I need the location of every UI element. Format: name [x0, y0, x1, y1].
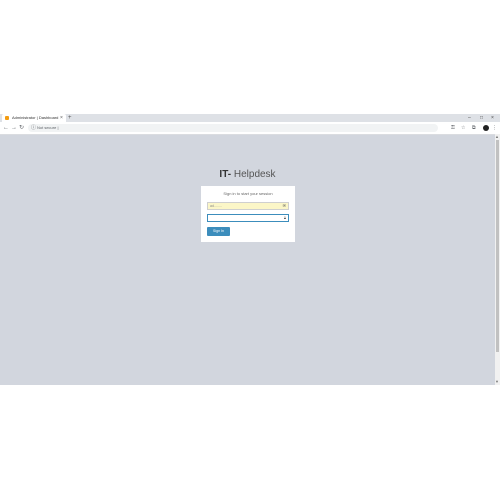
- key-icon[interactable]: ⚿: [451, 123, 455, 133]
- email-field[interactable]: ad........ ✉: [207, 202, 289, 210]
- scrollbar-thumb[interactable]: [496, 140, 499, 352]
- envelope-icon: ✉: [282, 203, 286, 208]
- login-message: Sign in to start your session: [223, 191, 273, 196]
- login-box: Sign in to start your session ad........…: [201, 186, 295, 242]
- logo-bold: IT-: [219, 169, 232, 180]
- extension-icon[interactable]: ⧉: [472, 123, 476, 133]
- favicon-icon: [5, 116, 9, 120]
- scroll-up-icon[interactable]: ▲: [495, 134, 499, 139]
- new-tab-button[interactable]: +: [68, 114, 72, 122]
- security-label: Not secure |: [37, 124, 59, 132]
- tab-dashboard[interactable]: Administrator | Dashboard ×: [2, 114, 66, 122]
- email-value: ad........: [210, 204, 222, 208]
- minimize-button[interactable]: –: [468, 114, 471, 122]
- logo-rest: Helpdesk: [231, 169, 276, 180]
- page-scrollbar[interactable]: ▲ ▼: [495, 134, 500, 385]
- tab-bar: Administrator | Dashboard × + – □ ×: [0, 114, 500, 122]
- browser-toolbar: ← → ↻ ⓘ Not secure | ⚿ ☆ ⧉ ⋮: [0, 122, 500, 135]
- maximize-button[interactable]: □: [480, 114, 483, 122]
- menu-icon[interactable]: ⋮: [492, 123, 497, 133]
- tab-title: Administrator | Dashboard: [12, 115, 59, 120]
- reload-button[interactable]: ↻: [19, 123, 24, 133]
- browser-window: Administrator | Dashboard × + – □ × ← → …: [0, 114, 500, 385]
- info-icon[interactable]: ⓘ: [31, 124, 36, 132]
- close-window-button[interactable]: ×: [491, 114, 494, 122]
- omnibox-separator: |: [57, 125, 59, 130]
- security-label-text: Not secure: [37, 125, 57, 130]
- star-icon[interactable]: ☆: [461, 123, 465, 133]
- tab-close-icon[interactable]: ×: [60, 114, 63, 122]
- address-bar[interactable]: ⓘ Not secure |: [28, 124, 438, 132]
- sign-in-button[interactable]: Sign In: [207, 227, 230, 236]
- password-field[interactable]: 🔒︎: [207, 214, 289, 222]
- scroll-down-icon[interactable]: ▼: [495, 379, 499, 384]
- forward-button[interactable]: →: [11, 123, 17, 133]
- profile-icon[interactable]: [483, 125, 489, 131]
- app-logo: IT- Helpdesk: [0, 169, 495, 180]
- back-button[interactable]: ←: [3, 123, 9, 133]
- lock-icon: 🔒︎: [283, 215, 286, 220]
